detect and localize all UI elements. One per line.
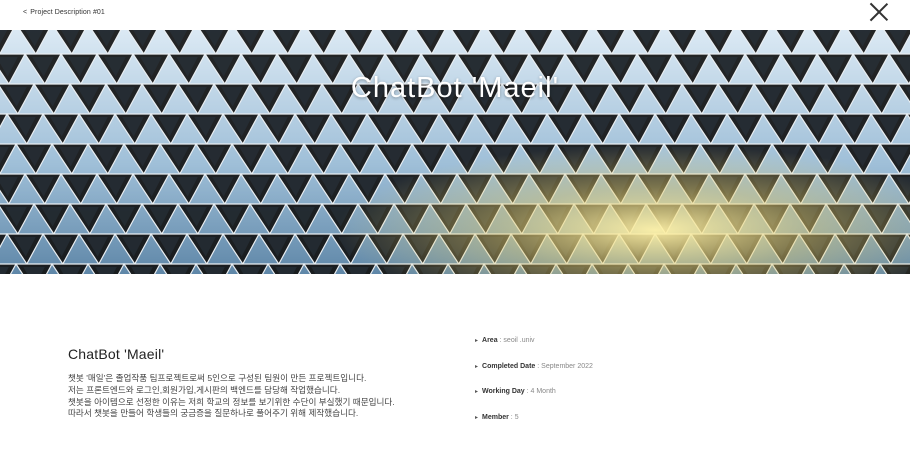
hero-image: [0, 30, 910, 274]
chevron-right-icon: ▸: [475, 389, 479, 395]
close-icon[interactable]: [869, 2, 889, 22]
chevron-right-icon: ▸: [475, 364, 479, 370]
meta-area: ▸ Area : seoil .univ: [475, 337, 535, 344]
description-line: 저는 프론트엔드와 로그인,회원가입,게시판의 백엔드를 담당해 작업했습니다.: [68, 384, 341, 395]
description-line: 챗봇을 아이템으로 선정한 이유는 저희 학교의 정보를 보기위한 수단이 부실…: [68, 396, 395, 407]
top-bar: < Project Description #01: [0, 0, 910, 30]
breadcrumb[interactable]: < Project Description #01: [23, 9, 105, 16]
chevron-right-icon: ▸: [475, 338, 479, 344]
meta-working-day: ▸ Working Day : 4 Month: [475, 388, 556, 395]
project-title: ChatBot 'Maeil': [68, 346, 165, 362]
meta-completed-date: ▸ Completed Date : September 2022: [475, 363, 593, 370]
project-description: 챗봇 '매일'은 졸업작품 팀프로젝트로써 5인으로 구성된 팀원이 만든 프로…: [68, 373, 395, 420]
hero-banner: ChatBot 'Maeil': [0, 30, 910, 274]
chevron-right-icon: ▸: [475, 415, 479, 421]
meta-member: ▸ Member : 5: [475, 414, 519, 421]
description-line: 챗봇 '매일'은 졸업작품 팀프로젝트로써 5인으로 구성된 팀원이 만든 프로…: [68, 373, 367, 383]
hero-title: ChatBot 'Maeil': [350, 72, 560, 104]
breadcrumb-mark: <: [23, 9, 28, 16]
description-line: 따라서 챗봇을 만들어 학생들의 궁금증을 질문하나로 풀어주기 위해 제작했습…: [68, 408, 359, 419]
breadcrumb-label: Project Description #01: [30, 9, 105, 16]
